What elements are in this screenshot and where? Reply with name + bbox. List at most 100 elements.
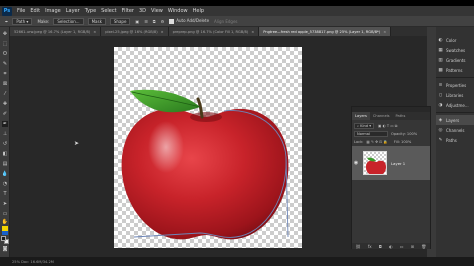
menu-select[interactable]: Select: [101, 8, 116, 14]
menu-help[interactable]: Help: [193, 8, 204, 14]
new-layer-icon[interactable]: ⊞: [411, 244, 414, 249]
layer-row-layer-1[interactable]: ◉ Layer 1: [352, 146, 430, 180]
mode-select[interactable]: Path ▾: [12, 17, 33, 25]
menu-3d[interactable]: 3D: [139, 8, 146, 14]
document-tab[interactable]: pixel-25.jpeg @ 16% (RGB/8) ×: [101, 27, 169, 36]
panel-gradients[interactable]: ▥ Gradients: [436, 55, 474, 65]
pen-tool-icon[interactable]: ✒: [5, 19, 8, 24]
layers-panel-tabs: Layers Channels Paths: [352, 112, 430, 120]
photoshop-logo: Ps: [2, 6, 12, 16]
blue-swatch[interactable]: [2, 231, 8, 235]
align-edges-checkbox[interactable]: Align Edges: [214, 19, 237, 24]
document-tab-active[interactable]: Pngtree—fresh red apple_5738817.png @ 25…: [259, 27, 392, 36]
settings-gear-icon[interactable]: ⚙: [161, 19, 165, 24]
close-icon[interactable]: ×: [251, 30, 254, 34]
quick-select-tool-icon[interactable]: ✎: [2, 61, 8, 67]
tab-channels[interactable]: Channels: [370, 112, 393, 120]
panel-channels-label: Channels: [446, 127, 465, 133]
panel-layers[interactable]: ◈ Layers: [436, 115, 474, 125]
add-mask-icon[interactable]: ◘: [379, 244, 382, 249]
filter-icons[interactable]: ▣ ◐ T ▭ ⧉: [378, 124, 397, 128]
checkbox-checked-icon: [169, 18, 175, 24]
history-brush-tool-icon[interactable]: ↺: [2, 141, 8, 147]
panel-properties[interactable]: ≡ Properties: [436, 80, 474, 90]
channels-icon: ◎: [438, 127, 443, 133]
eyedropper-tool-icon[interactable]: ⁄: [2, 91, 8, 97]
panel-channels[interactable]: ◎ Channels: [436, 125, 474, 135]
gradient-tool-icon[interactable]: ▤: [2, 161, 8, 167]
auto-add-delete-checkbox[interactable]: Auto Add/Delete: [169, 18, 209, 24]
document-canvas[interactable]: [114, 47, 302, 248]
brush-tool-icon[interactable]: ✐: [2, 111, 8, 117]
clone-stamp-tool-icon[interactable]: ⊥: [2, 131, 8, 137]
path-alignment-icon[interactable]: ☰: [144, 19, 148, 24]
lock-label: Lock:: [354, 139, 364, 144]
menu-view[interactable]: View: [151, 8, 163, 14]
quick-mask-icon[interactable]: ◙: [2, 246, 8, 252]
status-text: 25% Doc: 16.6M/34.2M: [12, 259, 54, 264]
adjustment-layer-icon[interactable]: ◐: [389, 244, 393, 249]
dock-divider: [436, 77, 474, 78]
new-group-icon[interactable]: ▭: [400, 244, 404, 249]
document-tab-bar: 52661-urw.jpeg @ 16.7% (Layer 1, RGB/8) ×…: [10, 27, 427, 36]
type-tool-icon[interactable]: T: [2, 191, 8, 197]
panel-layers-label: Layers: [446, 117, 460, 123]
panel-patterns[interactable]: ▩ Patterns: [436, 65, 474, 75]
menu-window[interactable]: Window: [168, 8, 188, 14]
blend-mode-select[interactable]: Normal: [354, 130, 388, 137]
blend-mode-value: Normal: [357, 131, 371, 136]
path-selection-tool-icon[interactable]: ➤: [2, 201, 8, 207]
menu-file[interactable]: File: [17, 8, 25, 14]
dodge-tool-icon[interactable]: ◔: [2, 181, 8, 187]
path-operations-icon[interactable]: ▣: [135, 19, 139, 24]
tab-layers[interactable]: Layers: [352, 112, 370, 120]
panel-swatches[interactable]: ▦ Swatches: [436, 45, 474, 55]
shape-button[interactable]: Shape: [109, 17, 131, 25]
menu-layer[interactable]: Layer: [66, 8, 80, 14]
marquee-tool-icon[interactable]: ⬚: [2, 41, 8, 47]
panel-paths[interactable]: ✎ Paths: [436, 135, 474, 145]
tab-paths[interactable]: Paths: [393, 112, 409, 120]
fill-field[interactable]: Fill: 100%: [394, 140, 411, 144]
menu-image[interactable]: Image: [45, 8, 61, 14]
menu-filter[interactable]: Filter: [122, 8, 134, 14]
document-tab[interactable]: preprep.png @ 16.7% (Color Fill 1, RGB/8…: [168, 27, 260, 36]
eraser-tool-icon[interactable]: ◧: [2, 151, 8, 157]
move-tool-icon[interactable]: ✥: [2, 31, 8, 37]
kind-label: Kind: [360, 123, 369, 128]
foreground-color-swatch[interactable]: [1, 236, 6, 241]
close-icon[interactable]: ×: [161, 30, 164, 34]
blend-row: Normal Opacity: 100%: [354, 130, 430, 137]
path-arrangement-icon[interactable]: ⧉: [153, 19, 156, 24]
apple-top-dimple: [190, 112, 222, 122]
healing-brush-tool-icon[interactable]: ✚: [2, 101, 8, 107]
lock-icons[interactable]: ▦ ✎ ✥ ⊡ 🔒: [366, 140, 387, 144]
selection-button[interactable]: Selection...: [53, 17, 84, 25]
blur-tool-icon[interactable]: 💧: [2, 171, 8, 177]
panel-adjustments[interactable]: ◑ Adjustme...: [436, 100, 474, 110]
mode-label: Path: [16, 18, 26, 24]
kind-filter-select[interactable]: ⌕ Kind ▾: [354, 122, 375, 129]
mask-button[interactable]: Mask: [87, 17, 106, 25]
rectangle-tool-icon[interactable]: ▭: [2, 211, 8, 217]
frame-tool-icon[interactable]: ⊠: [2, 81, 8, 87]
close-icon[interactable]: ×: [383, 30, 386, 34]
mouse-cursor-icon: ➤: [74, 140, 80, 147]
document-tab[interactable]: 52661-urw.jpeg @ 16.7% (Layer 1, RGB/8) ×: [10, 27, 102, 36]
opacity-field[interactable]: Opacity: 100%: [391, 132, 417, 136]
panel-properties-label: Properties: [446, 82, 467, 88]
link-layers-icon[interactable]: ⛓: [356, 244, 361, 249]
crop-tool-icon[interactable]: ⌗: [2, 71, 8, 77]
menu-type[interactable]: Type: [85, 8, 96, 14]
delete-layer-icon[interactable]: 🗑: [421, 244, 426, 249]
panel-color[interactable]: ◐ Color: [436, 35, 474, 45]
panel-libraries[interactable]: ▯ Libraries: [436, 90, 474, 100]
layer-name[interactable]: Layer 1: [391, 161, 405, 166]
menu-edit[interactable]: Edit: [30, 8, 40, 14]
layer-style-icon[interactable]: fx: [368, 244, 372, 249]
lasso-tool-icon[interactable]: ʘ: [2, 51, 8, 57]
eye-visibility-icon[interactable]: ◉: [352, 160, 360, 166]
close-icon[interactable]: ×: [93, 30, 96, 34]
pen-tool-icon[interactable]: ✒: [2, 121, 8, 127]
hand-tool-icon[interactable]: ✋: [2, 219, 8, 225]
